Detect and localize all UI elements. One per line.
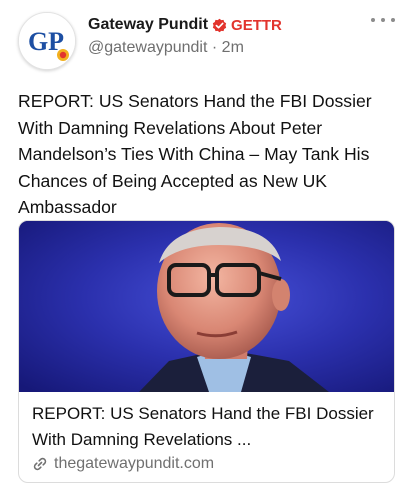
link-icon <box>32 456 48 472</box>
separator-dot: · <box>211 39 218 56</box>
author-handle[interactable]: @gatewaypundit <box>88 39 207 56</box>
more-dot <box>371 18 375 22</box>
gateway-pundit-logo: GP <box>19 13 75 69</box>
avatar[interactable]: GP <box>18 12 76 70</box>
link-preview-image <box>19 221 394 392</box>
post-timestamp: 2m <box>221 39 244 56</box>
post-view: GP Gateway Pundit GETTR @gatewaypundit ·… <box>0 0 413 500</box>
link-preview-card[interactable]: REPORT: US Senators Hand the FBI Dossier… <box>18 220 395 483</box>
handle-row: @gatewaypundit · 2m <box>88 39 244 57</box>
more-dot <box>381 18 385 22</box>
more-options-icon[interactable] <box>371 12 395 28</box>
link-preview-domain-row: thegatewaypundit.com <box>32 455 214 473</box>
more-dot <box>391 18 395 22</box>
post-text: REPORT: US Senators Hand the FBI Dossier… <box>18 91 372 217</box>
link-preview-title: REPORT: US Senators Hand the FBI Dossier… <box>32 404 374 449</box>
link-preview-domain: thegatewaypundit.com <box>54 455 215 472</box>
platform-label: GETTR <box>231 16 282 34</box>
author-name[interactable]: Gateway Pundit <box>88 16 208 34</box>
verified-badge-icon <box>212 18 227 33</box>
author-row: Gateway Pundit GETTR <box>88 16 282 34</box>
